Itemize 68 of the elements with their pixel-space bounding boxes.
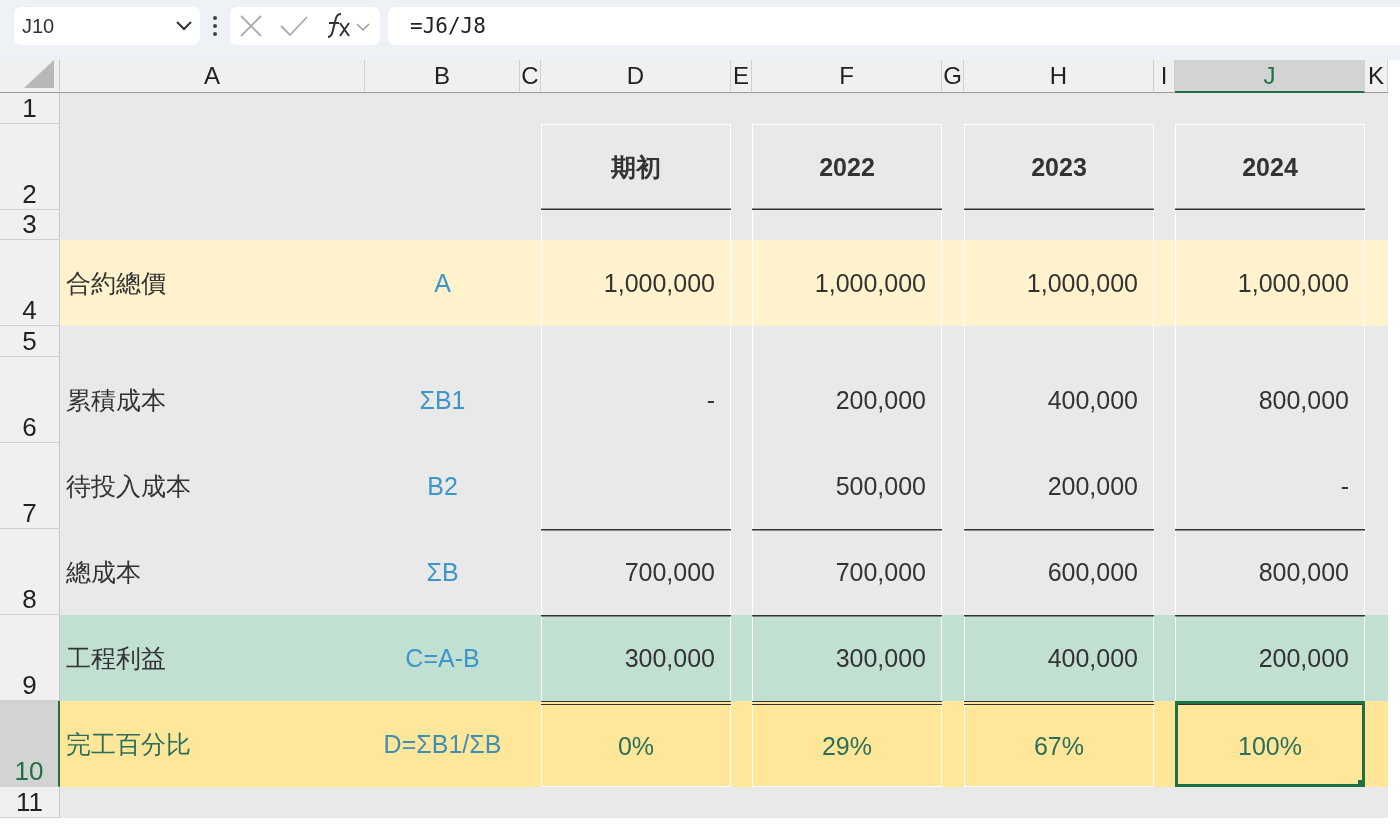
formula-symbol: D=ΣB1/ΣB xyxy=(382,728,503,760)
row-label: 總成本 xyxy=(65,556,142,588)
row-header[interactable]: 1 xyxy=(0,93,60,124)
row-header[interactable]: 3 xyxy=(0,210,60,240)
value-cell-text: - xyxy=(1339,470,1350,502)
row-header[interactable]: 8 xyxy=(0,529,60,615)
value-cell-text: 500,000 xyxy=(834,470,927,502)
column-header[interactable]: H xyxy=(964,60,1154,93)
value-cell-text: 800,000 xyxy=(1257,384,1350,416)
column-header[interactable]: J xyxy=(1175,60,1365,93)
column-header[interactable]: I xyxy=(1154,60,1175,93)
insert-function-icon[interactable] xyxy=(325,13,372,39)
value-cell: 67% xyxy=(964,701,1154,787)
value-cell-text: 1,000,000 xyxy=(1236,267,1350,299)
column-header[interactable]: C xyxy=(520,60,541,93)
value-cell-text: 1,000,000 xyxy=(602,267,716,299)
formula-symbol: ΣB1 xyxy=(418,384,467,416)
formula-input[interactable]: =J6/J8 xyxy=(388,7,1400,45)
column-title: 2024 xyxy=(1175,124,1365,210)
row-label: 工程利益 xyxy=(65,642,167,674)
cancel-icon[interactable] xyxy=(238,14,263,38)
row-header[interactable]: 4 xyxy=(0,240,60,326)
column-title: 2022 xyxy=(752,124,942,210)
row-label: 完工百分比 xyxy=(65,728,192,760)
value-cell-text: 1,000,000 xyxy=(1025,267,1139,299)
fill-handle[interactable] xyxy=(1358,780,1365,787)
row-label: 合約總價 xyxy=(65,267,167,299)
chevron-down-icon xyxy=(176,21,192,31)
column-header[interactable]: G xyxy=(942,60,964,93)
row-header[interactable]: 11 xyxy=(0,787,60,818)
name-box[interactable]: J10 xyxy=(14,7,200,45)
row-header[interactable]: 7 xyxy=(0,443,60,529)
value-cell: 700,000 xyxy=(752,529,942,615)
column-header[interactable]: D xyxy=(541,60,731,93)
value-cell-text: 400,000 xyxy=(1046,384,1139,416)
formula-symbol: C=A-B xyxy=(404,642,481,674)
value-cell: 0% xyxy=(541,701,731,787)
column-header[interactable]: F xyxy=(752,60,942,93)
value-cell: 700,000 xyxy=(541,529,731,615)
formula-symbol: B2 xyxy=(426,470,459,502)
value-cell-text: 1,000,000 xyxy=(813,267,927,299)
row-header[interactable]: 6 xyxy=(0,357,60,443)
column-header[interactable]: K xyxy=(1365,60,1388,93)
column-header[interactable]: B xyxy=(365,60,520,93)
value-cell: 100% xyxy=(1175,701,1365,787)
value-cell: 29% xyxy=(752,701,942,787)
formula-symbol: A xyxy=(433,267,452,299)
row-header[interactable]: 5 xyxy=(0,326,60,357)
column-header[interactable]: E xyxy=(731,60,752,93)
column-title: 2023 xyxy=(964,124,1154,210)
row-header[interactable]: 9 xyxy=(0,615,60,701)
column-header[interactable]: A xyxy=(60,60,365,93)
row-label: 累積成本 xyxy=(65,384,167,416)
value-cell: 400,000 xyxy=(964,615,1154,701)
checkmark-icon[interactable] xyxy=(280,15,308,37)
value-cell-text: 200,000 xyxy=(1046,470,1139,502)
value-cell: 300,000 xyxy=(752,615,942,701)
row-header[interactable]: 10 xyxy=(0,701,60,787)
value-cell: 600,000 xyxy=(964,529,1154,615)
value-cell: 800,000 xyxy=(1175,529,1365,615)
value-cell: 300,000 xyxy=(541,615,731,701)
column-title: 期初 xyxy=(541,124,731,210)
formula-symbol: ΣB xyxy=(425,556,460,588)
row-header[interactable]: 2 xyxy=(0,124,60,210)
row-label: 待投入成本 xyxy=(65,470,192,502)
value-cell-text: - xyxy=(705,384,716,416)
value-cell-text: 200,000 xyxy=(834,384,927,416)
value-cell: 200,000 xyxy=(1175,615,1365,701)
